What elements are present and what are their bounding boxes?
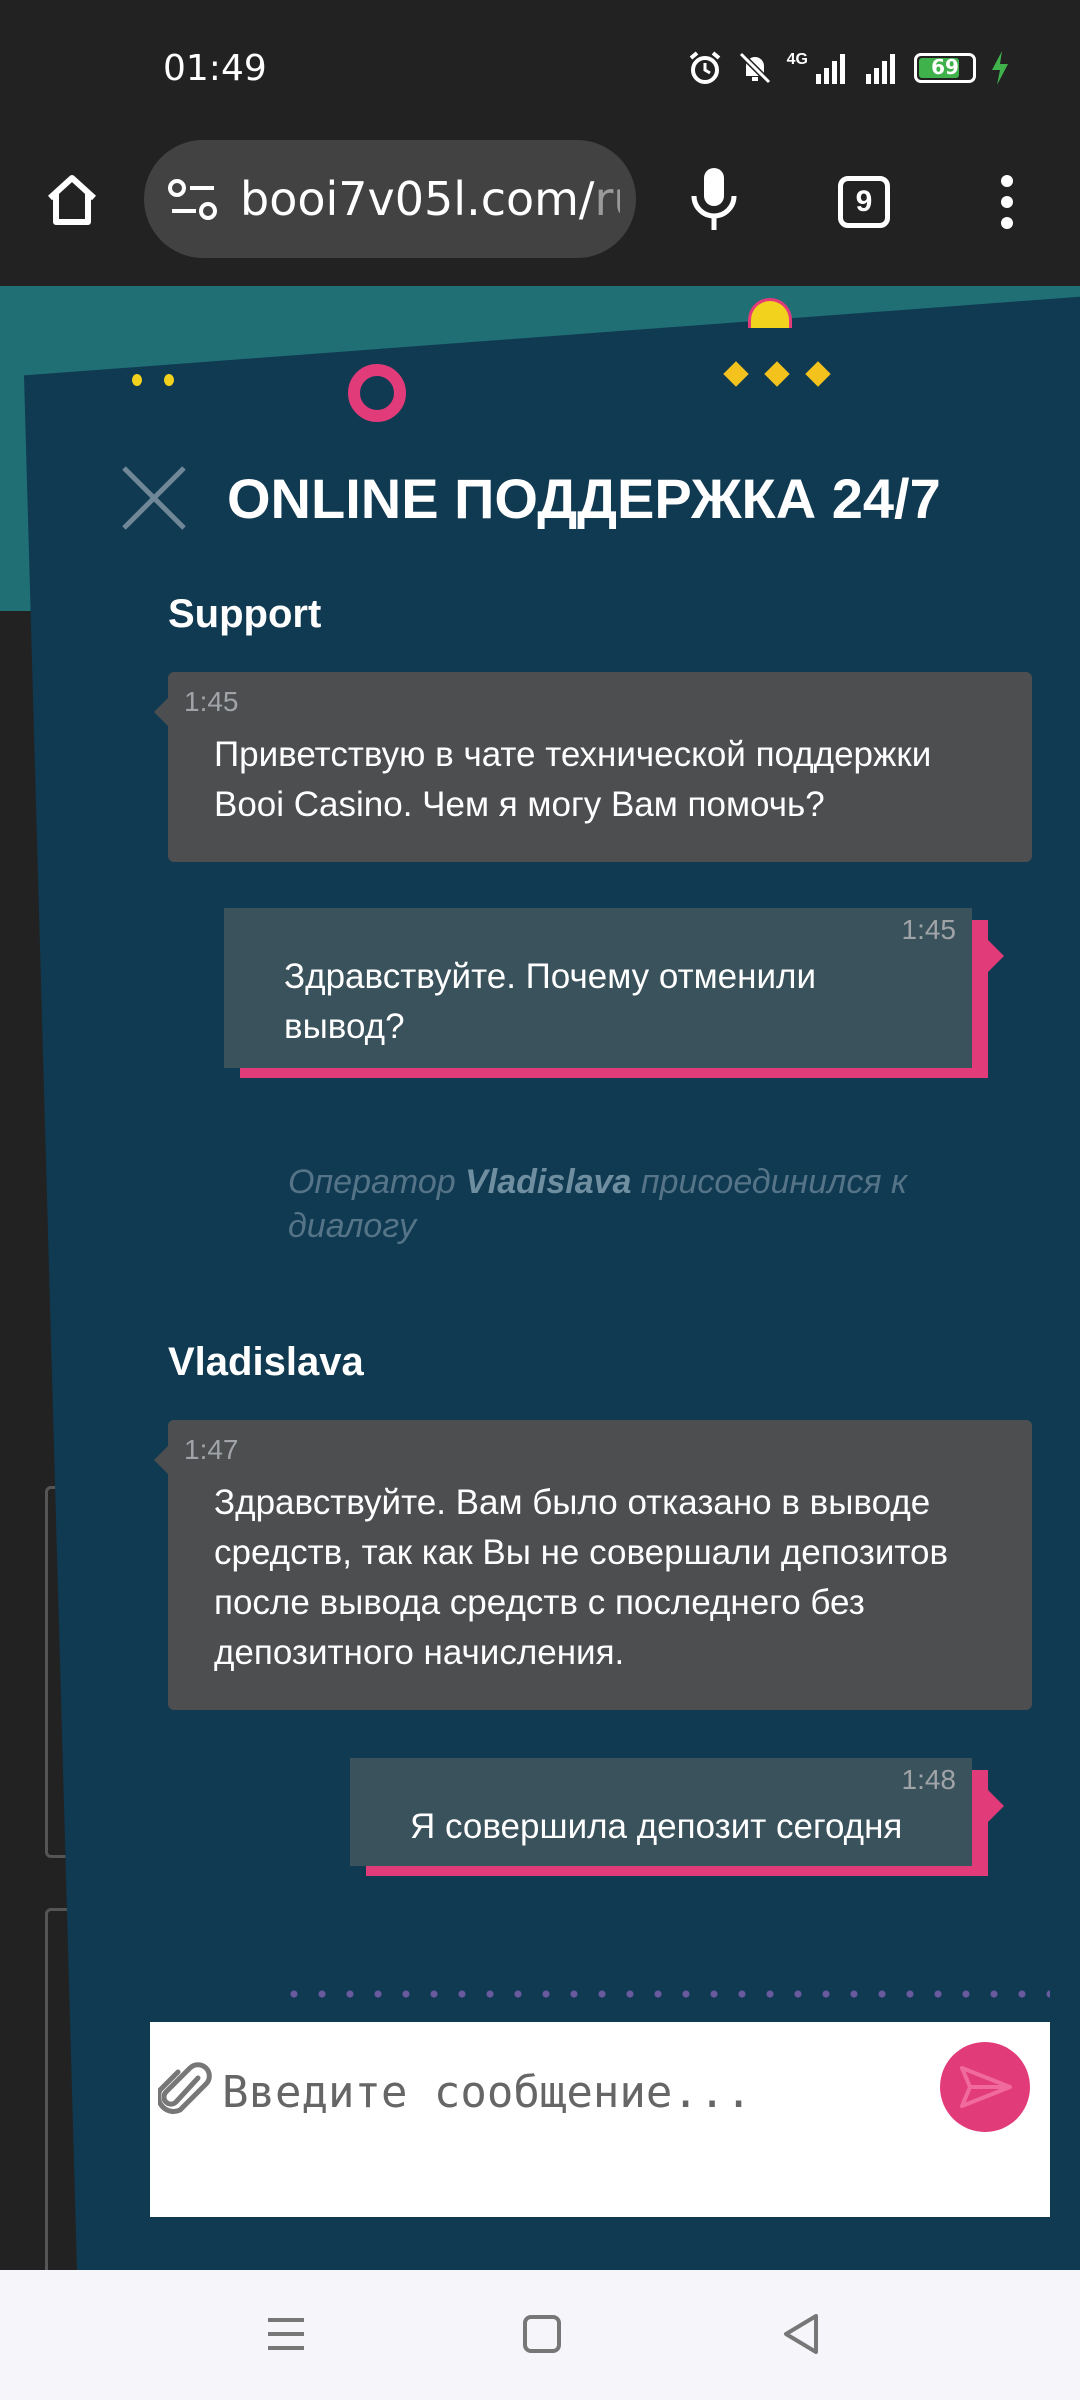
mute-bell-icon [738, 51, 771, 85]
message-text: Приветствую в чате технической поддержки… [214, 735, 932, 824]
message-text-line: Здравствуйте. Почему отменили [284, 957, 816, 996]
message-text-line: вывод? [284, 1007, 405, 1046]
system-navigation-bar [0, 2270, 1080, 2400]
incoming-message: 1:45 Приветствую в чате технической подд… [154, 672, 1032, 862]
recent-apps-icon[interactable] [256, 2304, 316, 2364]
outgoing-message: 1:45 Здравствуйте. Почему отменили вывод… [224, 908, 972, 1068]
alarm-icon [689, 51, 720, 84]
message-time: 1:45 [184, 686, 239, 717]
status-time: 01:49 [163, 48, 267, 89]
decor-ring [348, 364, 406, 422]
home-nav-icon[interactable] [512, 2304, 572, 2364]
sender-name: Support [168, 592, 322, 636]
message-input[interactable] [222, 2062, 922, 2122]
status-bar: 01:49 4G 69 [0, 0, 1080, 140]
outgoing-message: 1:48 Я совершила депозит сегодня [350, 1758, 972, 1866]
decor-dots [280, 1990, 1050, 1998]
decor-dot [164, 374, 174, 386]
system-message: Оператор Vladislava присоединился к диал… [288, 1160, 928, 1248]
operator-name: Vladislava [465, 1163, 632, 1201]
address-bar[interactable]: booi7v05l.com/ru [144, 140, 636, 258]
message-time: 1:45 [901, 914, 957, 945]
system-message-prefix: Оператор [288, 1163, 466, 1201]
url-path: ru [594, 172, 620, 226]
charging-icon [992, 51, 1008, 85]
close-icon[interactable] [118, 462, 190, 534]
back-icon[interactable] [772, 2304, 832, 2364]
microphone-icon[interactable] [684, 166, 744, 232]
status-icons: 4G 69 [687, 50, 1010, 86]
battery-level: 69 [931, 55, 959, 79]
incoming-message: 1:47 Здравствуйте. Вам было отказано в в… [154, 1420, 1032, 1710]
send-icon [960, 2066, 1012, 2108]
site-settings-icon[interactable] [168, 178, 218, 222]
chat-title: ONLINE ПОДДЕРЖКА 24/7 [227, 467, 941, 530]
browser-toolbar: booi7v05l.com/ru 9 [0, 140, 1080, 286]
battery-icon: 69 [914, 53, 976, 83]
message-text: Здравствуйте. Вам было отказано в выводе… [214, 1483, 949, 1672]
message-text: Здравствуйте. Почему отменили вывод? [284, 952, 944, 1052]
sender-name: Vladislava [168, 1340, 364, 1384]
network-type: 4G [786, 51, 808, 68]
signal-icon-2 [866, 54, 895, 84]
send-button[interactable] [940, 2042, 1030, 2132]
url-host: booi7v05l.com/ [240, 172, 595, 226]
paperclip-icon[interactable] [158, 2060, 212, 2120]
more-vertical-icon[interactable] [992, 174, 1022, 230]
message-text: Я совершила депозит сегодня [410, 1807, 903, 1846]
decor-dot [132, 374, 142, 386]
message-time: 1:48 [901, 1764, 957, 1795]
home-icon[interactable] [42, 170, 102, 230]
tab-switcher-button[interactable]: 9 [838, 176, 890, 228]
message-composer [150, 2022, 1050, 2217]
url-text[interactable]: booi7v05l.com/ru [240, 172, 620, 226]
message-time: 1:47 [184, 1434, 239, 1465]
signal-icon [816, 54, 845, 84]
